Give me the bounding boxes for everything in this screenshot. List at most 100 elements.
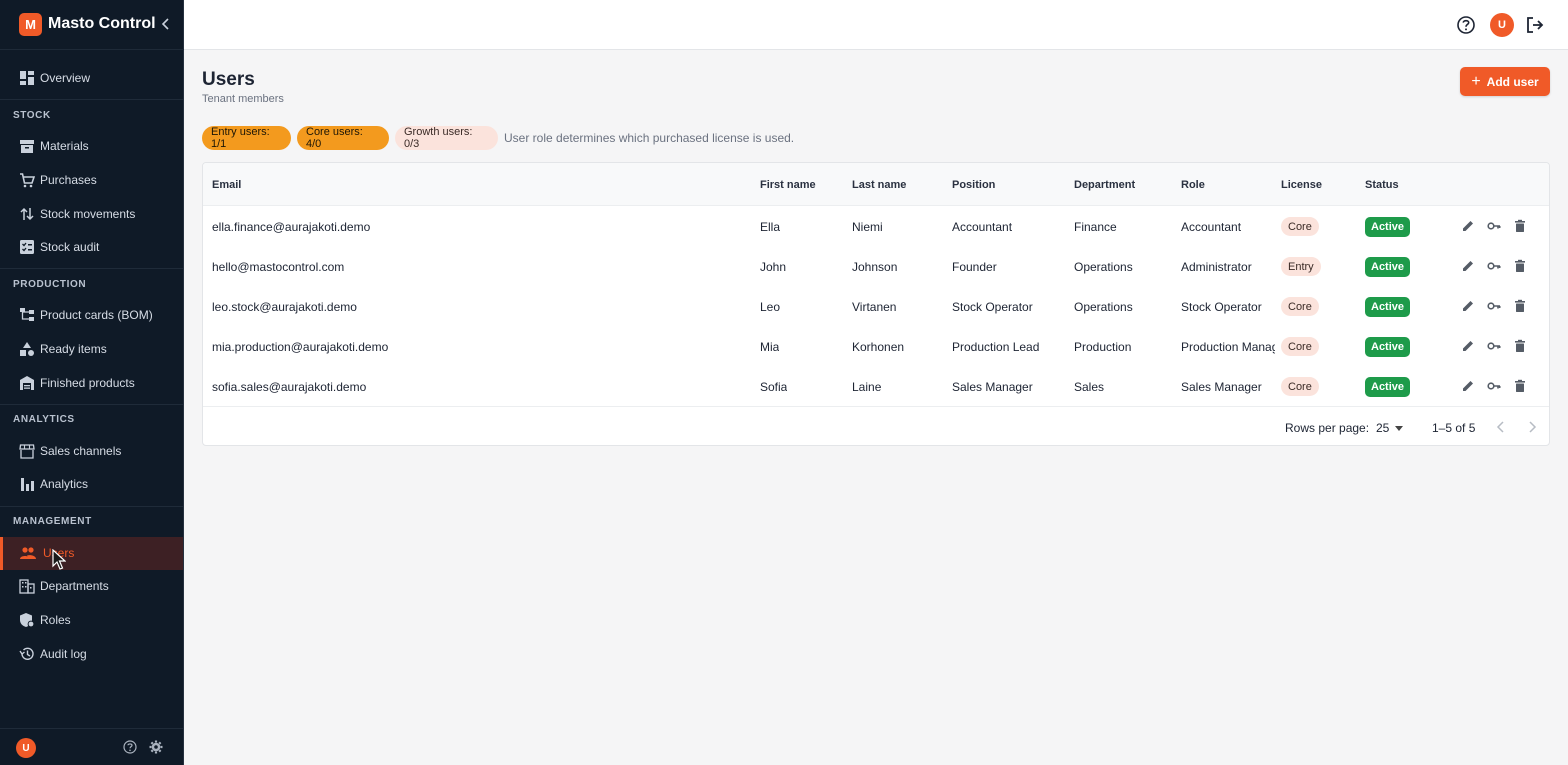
divider [0, 99, 183, 100]
sidebar-item-materials[interactable]: Materials [0, 130, 183, 163]
page-subtitle: Tenant members [202, 93, 284, 105]
column-header-status[interactable]: Status [1365, 179, 1399, 191]
storefront-icon [19, 444, 35, 459]
sidebar-item-label: Stock movements [40, 207, 136, 221]
section-management: MANAGEMENT [13, 516, 92, 527]
cell-position: Sales Manager [952, 380, 1033, 394]
edit-icon[interactable] [1461, 219, 1475, 233]
sidebar-item-stock-audit[interactable]: Stock audit [0, 231, 183, 264]
user-avatar[interactable]: U [1490, 13, 1514, 37]
cell-role: Sales Manager [1181, 380, 1262, 394]
status-badge: Active [1365, 257, 1411, 277]
column-header-license[interactable]: License [1281, 179, 1322, 191]
delete-icon[interactable] [1513, 219, 1527, 233]
table-row[interactable]: leo.stock@aurajakoti.demo Leo Virtanen S… [203, 287, 1549, 327]
next-page-icon[interactable] [1526, 420, 1538, 434]
cell-last-name: Korhonen [852, 340, 905, 354]
sidebar-item-analytics[interactable]: Analytics [0, 468, 183, 501]
column-header-department[interactable]: Department [1074, 179, 1135, 191]
sidebar-item-ready-items[interactable]: Ready items [0, 333, 183, 366]
collapse-sidebar-icon[interactable] [160, 16, 172, 32]
cell-email: ella.finance@aurajakoti.demo [212, 220, 371, 234]
delete-icon[interactable] [1513, 339, 1527, 353]
column-header-first-name[interactable]: First name [760, 179, 816, 191]
history-icon [19, 647, 34, 660]
table-row[interactable]: sofia.sales@aurajakoti.demo Sofia Laine … [203, 367, 1549, 407]
archive-icon [20, 140, 34, 153]
cell-department: Sales [1074, 380, 1105, 394]
key-icon[interactable] [1487, 219, 1501, 233]
brand-logo: M [19, 13, 42, 36]
user-avatar[interactable]: U [16, 738, 36, 758]
cell-role: Accountant [1181, 220, 1242, 234]
cell-department: Finance [1074, 220, 1117, 234]
license-badge: Core [1281, 377, 1319, 396]
delete-icon[interactable] [1513, 299, 1527, 313]
cart-icon [20, 173, 35, 188]
cell-role: Production Manag [1181, 340, 1275, 354]
sidebar-item-finished-products[interactable]: Finished products [0, 367, 183, 400]
sidebar-item-label: Ready items [40, 342, 107, 356]
section-analytics: ANALYTICS [13, 414, 75, 425]
dropdown-caret-icon[interactable] [1395, 426, 1403, 431]
sidebar-footer: U [0, 728, 183, 765]
cell-department: Operations [1074, 260, 1133, 274]
sidebar-item-overview[interactable]: Overview [0, 62, 183, 95]
edit-icon[interactable] [1461, 259, 1475, 273]
sidebar-item-users[interactable]: Users [0, 537, 183, 570]
key-icon[interactable] [1487, 379, 1501, 393]
cell-email: hello@mastocontrol.com [212, 260, 345, 274]
edit-icon[interactable] [1461, 339, 1475, 353]
cell-email: mia.production@aurajakoti.demo [212, 340, 389, 354]
cell-last-name: Johnson [852, 260, 898, 274]
table-row[interactable]: ella.finance@aurajakoti.demo Ella Niemi … [203, 207, 1549, 247]
sidebar-item-label: Stock audit [40, 240, 100, 254]
sidebar-item-sales-channels[interactable]: Sales channels [0, 435, 183, 468]
help-icon[interactable] [123, 740, 137, 754]
rows-per-page-select[interactable]: 25 [1376, 421, 1389, 435]
table-header: Email First name Last name Position Depa… [203, 163, 1549, 206]
key-icon[interactable] [1487, 259, 1501, 273]
license-badge: Core [1281, 297, 1319, 316]
sidebar-item-purchases[interactable]: Purchases [0, 164, 183, 197]
table-row[interactable]: hello@mastocontrol.com John Johnson Foun… [203, 247, 1549, 287]
brand: M Masto Control [0, 0, 184, 50]
add-user-button[interactable]: + Add user [1460, 67, 1550, 96]
edit-icon[interactable] [1461, 379, 1475, 393]
column-header-position[interactable]: Position [952, 179, 995, 191]
column-header-email[interactable]: Email [212, 179, 241, 191]
table-row[interactable]: mia.production@aurajakoti.demo Mia Korho… [203, 327, 1549, 367]
sidebar-item-roles[interactable]: Roles [0, 604, 183, 637]
help-icon[interactable] [1456, 15, 1476, 35]
sidebar-item-label: Product cards (BOM) [40, 308, 153, 322]
sidebar-item-departments[interactable]: Departments [0, 570, 183, 603]
key-icon[interactable] [1487, 339, 1501, 353]
sidebar-item-product-cards[interactable]: Product cards (BOM) [0, 299, 183, 332]
key-icon[interactable] [1487, 299, 1501, 313]
license-badge: Core [1281, 217, 1319, 236]
status-badge: Active [1365, 377, 1411, 397]
sidebar-item-audit-log[interactable]: Audit log [0, 638, 183, 671]
sidebar-item-label: Audit log [40, 647, 87, 661]
settings-icon[interactable] [149, 740, 163, 754]
edit-icon[interactable] [1461, 299, 1475, 313]
divider [0, 506, 183, 507]
previous-page-icon[interactable] [1495, 420, 1507, 434]
logout-icon[interactable] [1525, 15, 1545, 35]
cell-first-name: John [760, 260, 787, 274]
divider [0, 268, 183, 269]
cell-role: Stock Operator [1181, 300, 1262, 314]
dashboard-icon [20, 71, 34, 85]
column-header-last-name[interactable]: Last name [852, 179, 906, 191]
delete-icon[interactable] [1513, 379, 1527, 393]
delete-icon[interactable] [1513, 259, 1527, 273]
business-icon [19, 579, 35, 594]
shapes-icon [20, 342, 34, 356]
section-stock: STOCK [13, 110, 51, 121]
sidebar-item-stock-movements[interactable]: Stock movements [0, 198, 183, 231]
sidebar-item-label: Sales channels [40, 444, 122, 458]
column-header-role[interactable]: Role [1181, 179, 1205, 191]
sidebar-item-label: Materials [40, 139, 89, 153]
account-tree-icon [20, 308, 34, 321]
cell-position: Founder [952, 260, 997, 274]
